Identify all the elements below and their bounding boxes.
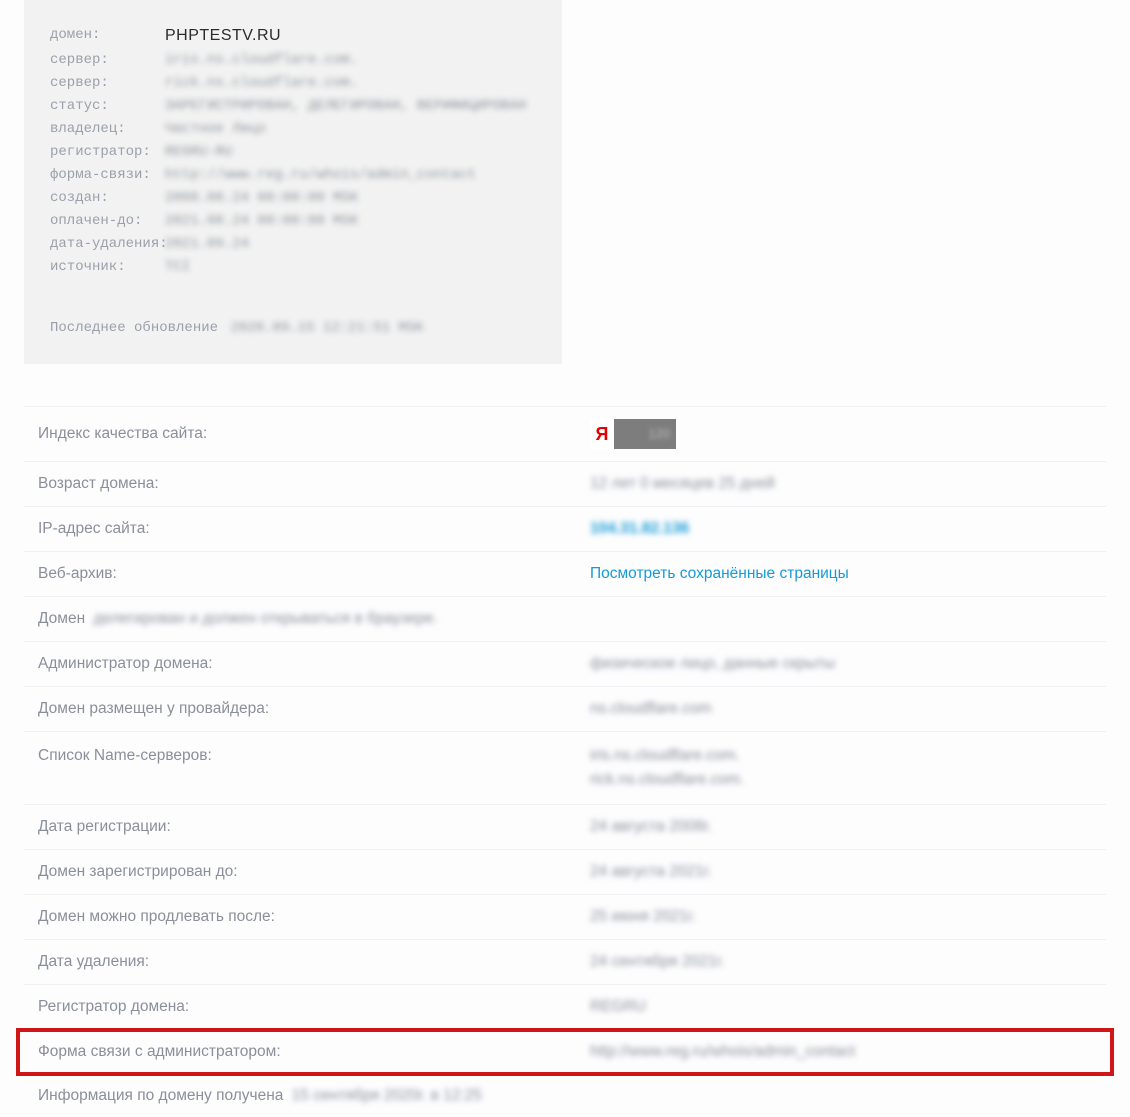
reg-date-label: Дата регистрации:	[38, 817, 590, 837]
row-nameservers: Список Name-серверов: iris.ns.cloudflare…	[24, 732, 1106, 805]
whois-value-paid-till: 2021.08.24 00:00:00 MSK	[165, 210, 358, 233]
provider-label: Домен размещен у провайдера:	[38, 699, 590, 719]
whois-value-domain: PHPTESTV.RU	[165, 24, 281, 47]
info-received-prefix: Информация по домену получена	[38, 1087, 283, 1104]
whois-label-paid-till: оплачен-до:	[50, 210, 165, 233]
renew-after-value: 25 июня 2021г.	[590, 908, 696, 925]
whois-value-registrar: REGRU-RU	[165, 141, 232, 164]
whois-label-status: статус:	[50, 95, 165, 118]
row-admin: Администратор домена: физическое лицо, д…	[24, 642, 1106, 687]
reg-until-value: 24 августа 2021г.	[590, 863, 712, 880]
whois-value-contact-form: http://www.reg.ru/whois/admin_contact	[165, 164, 476, 187]
whois-value-server1: iris.ns.cloudflare.com.	[165, 49, 358, 72]
whois-value-status: ЗАРЕГИСТРИРОВАН, ДЕЛЕГИРОВАН, ВЕРИФИЦИРО…	[165, 95, 526, 118]
ip-value[interactable]: 104.31.82.136	[590, 520, 689, 537]
reg-date-value: 24 августа 2008г.	[590, 818, 712, 835]
whois-label-contact-form: форма-связи:	[50, 164, 165, 187]
whois-value-created: 2008.08.24 00:00:00 MSK	[165, 187, 358, 210]
yandex-logo-icon: Я	[590, 419, 614, 449]
nameserver-1: iris.ns.cloudflare.com.	[590, 746, 1098, 766]
row-provider: Домен размещен у провайдера: ns.cloudfla…	[24, 687, 1106, 732]
row-domain-age: Возраст домена: 12 лет 0 месяцев 25 дней	[24, 462, 1106, 507]
delete-date-value: 24 сентября 2021г.	[590, 953, 725, 970]
whois-block: домен:PHPTESTV.RU сервер:iris.ns.cloudfl…	[24, 0, 562, 364]
row-renew-after: Домен можно продлевать после: 25 июня 20…	[24, 895, 1106, 940]
reg-until-label: Домен зарегистрирован до:	[38, 862, 590, 882]
whois-value-server2: rick.ns.cloudflare.com.	[165, 72, 358, 95]
whois-value-delete-date: 2021.09.24	[165, 233, 249, 256]
row-webarchive: Веб-архив: Посмотреть сохранённые страни…	[24, 552, 1106, 597]
domain-status-prefix: Домен	[38, 610, 85, 627]
admin-label: Администратор домена:	[38, 654, 590, 674]
whois-footer: Последнее обновление 2020.09.15 12:21:51…	[50, 317, 536, 340]
yandex-quality-badge: Я 120	[590, 419, 676, 449]
info-received-value: 15 сентября 2020г. в 12:25	[292, 1087, 482, 1104]
contact-form-label: Форма связи с администратором:	[38, 1042, 590, 1062]
webarchive-label: Веб-архив:	[38, 564, 590, 584]
row-delete-date: Дата удаления: 24 сентября 2021г.	[24, 940, 1106, 985]
whois-label-created: создан:	[50, 187, 165, 210]
whois-footer-label: Последнее обновление	[50, 320, 218, 336]
provider-value: ns.cloudflare.com	[590, 700, 711, 717]
row-reg-until: Домен зарегистрирован до: 24 августа 202…	[24, 850, 1106, 895]
whois-label-domain: домен:	[50, 24, 165, 47]
whois-label-server2: сервер:	[50, 72, 165, 95]
nameservers-label: Список Name-серверов:	[38, 746, 590, 766]
row-domain-status: Домен делегирован и должен открываться в…	[24, 597, 1106, 642]
nameservers-values: iris.ns.cloudflare.com. rick.ns.cloudfla…	[590, 746, 1098, 790]
delete-date-label: Дата удаления:	[38, 952, 590, 972]
row-contact-form: Форма связи с администратором: http://ww…	[24, 1030, 1106, 1075]
admin-value: физическое лицо, данные скрыты	[590, 655, 835, 672]
row-quality-index: Индекс качества сайта: Я 120	[24, 406, 1106, 462]
whois-value-source: TCI	[165, 256, 190, 279]
whois-label-server1: сервер:	[50, 49, 165, 72]
whois-label-source: источник:	[50, 256, 165, 279]
row-reg-date: Дата регистрации: 24 августа 2008г.	[24, 805, 1106, 850]
domain-age-label: Возраст домена:	[38, 474, 590, 494]
whois-label-delete-date: дата-удаления:	[50, 233, 165, 256]
quality-index-label: Индекс качества сайта:	[38, 424, 590, 444]
whois-label-registrar: регистратор:	[50, 141, 165, 164]
webarchive-link[interactable]: Посмотреть сохранённые страницы	[590, 565, 849, 582]
nameserver-2: rick.ns.cloudflare.com.	[590, 770, 1098, 790]
row-ip: IP-адрес сайта: 104.31.82.136	[24, 507, 1106, 552]
row-registrar: Регистратор домена: REGRU	[24, 985, 1106, 1030]
registrar-value: REGRU	[590, 998, 646, 1015]
row-info-received: Информация по домену получена 15 сентябр…	[24, 1075, 1106, 1117]
info-table: Индекс качества сайта: Я 120 Возраст дом…	[24, 406, 1106, 1117]
domain-status-rest: делегирован и должен открываться в брауз…	[93, 610, 437, 627]
domain-age-value: 12 лет 0 месяцев 25 дней	[590, 475, 775, 492]
whois-footer-value: 2020.09.15 12:21:51 MSK	[230, 320, 423, 336]
ip-label: IP-адрес сайта:	[38, 519, 590, 539]
registrar-label: Регистратор домена:	[38, 997, 590, 1017]
yandex-quality-value: 120	[648, 419, 670, 449]
whois-value-owner: Частное Лицо	[165, 118, 266, 141]
whois-label-owner: владелец:	[50, 118, 165, 141]
contact-form-value: http://www.reg.ru/whois/admin_contact	[590, 1043, 855, 1060]
renew-after-label: Домен можно продлевать после:	[38, 907, 590, 927]
